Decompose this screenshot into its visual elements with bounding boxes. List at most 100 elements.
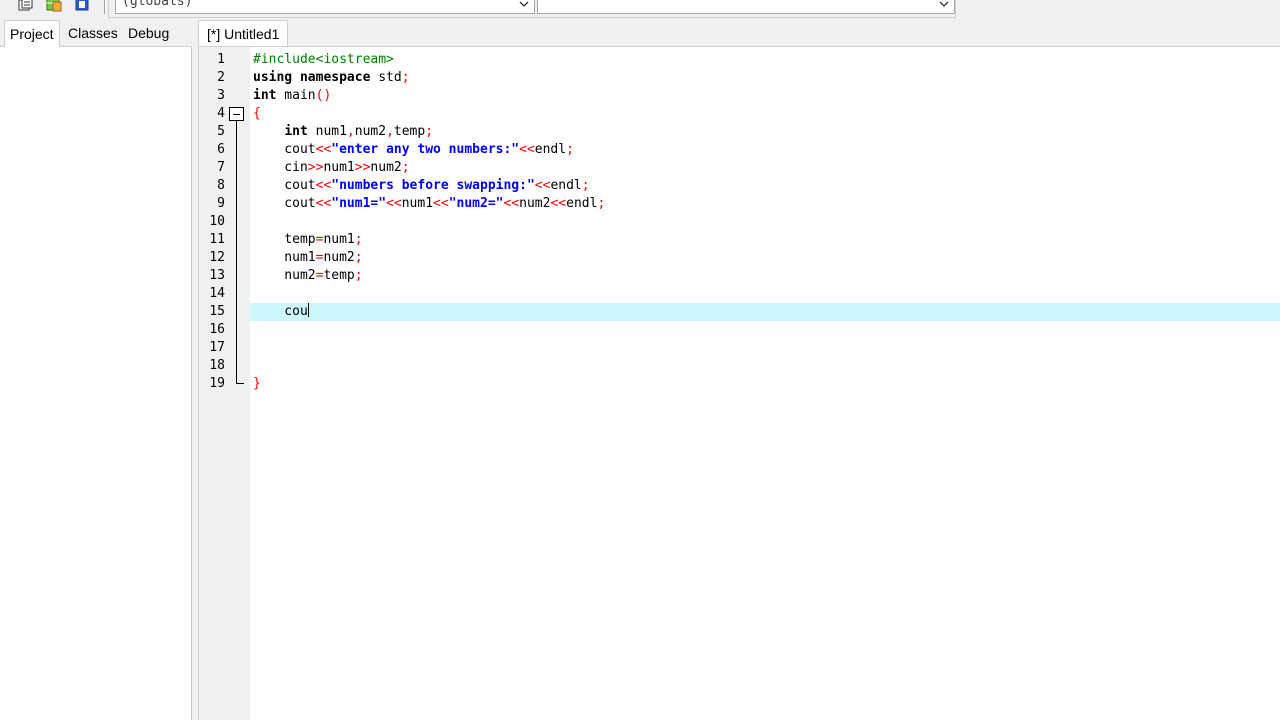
line-number-gutter: 1 2 3 4 5 6 7 8 9 10 11 12 13 14 15 16 17 18 19 xyxy=(198,47,250,720)
code-token: () xyxy=(315,88,332,103)
code-line[interactable]: #include<iostream> xyxy=(253,51,394,69)
chevron-down-icon[interactable] xyxy=(938,0,950,10)
code-token: >> xyxy=(354,160,371,175)
fold-guide xyxy=(236,120,237,384)
line-number: 8 xyxy=(217,178,225,193)
code-token: #include<iostream> xyxy=(253,52,394,67)
line-number: 3 xyxy=(217,88,225,103)
tab-classes-label: Classes xyxy=(68,25,118,41)
code-token: << xyxy=(503,196,520,211)
code-line[interactable]: num1=num2; xyxy=(253,249,363,267)
add-file-icon[interactable] xyxy=(44,0,64,12)
project-browser-pane[interactable] xyxy=(0,46,192,720)
line-number: 4 xyxy=(217,106,225,121)
code-line[interactable]: temp=num1; xyxy=(253,231,362,249)
fold-guide-end xyxy=(236,383,244,384)
code-token: endl xyxy=(566,196,598,211)
code-token: , xyxy=(386,124,394,139)
line-number: 12 xyxy=(209,250,225,265)
code-token: { xyxy=(253,106,261,121)
code-token: using namespace xyxy=(253,70,371,85)
code-token: } xyxy=(253,376,261,391)
code-token: "num2=" xyxy=(448,196,504,211)
line-number: 16 xyxy=(209,322,225,337)
editor-tab-label: [*] Untitled1 xyxy=(207,25,280,42)
scope-combo[interactable]: (globals) xyxy=(115,0,535,14)
line-number: 10 xyxy=(209,214,225,229)
code-token: int xyxy=(284,124,308,139)
code-token: ; xyxy=(566,142,574,157)
code-token: << xyxy=(550,196,567,211)
class-browser-toolbar: (globals) xyxy=(108,0,956,18)
code-token: << xyxy=(433,196,449,211)
collapse-icon[interactable] xyxy=(229,107,244,121)
code-line[interactable]: num2=temp; xyxy=(253,267,363,285)
line-number: 15 xyxy=(209,304,225,319)
copy-icon[interactable] xyxy=(15,0,35,12)
scope-combo-value: (globals) xyxy=(122,0,193,9)
toolbar: (globals) xyxy=(0,0,1280,18)
code-line[interactable]: cout<<"enter any two numbers:"<<endl; xyxy=(253,141,574,159)
code-token: num2 xyxy=(370,160,402,175)
line-number: 5 xyxy=(217,124,225,139)
line-number: 14 xyxy=(209,286,225,301)
code-token: cout xyxy=(253,178,316,193)
code-token: cout xyxy=(253,196,316,211)
code-token: num2 xyxy=(253,268,316,283)
code-line[interactable]: int num1,num2,temp; xyxy=(253,123,433,141)
code-token: num1 xyxy=(307,124,347,139)
code-token: num2 xyxy=(354,124,387,139)
code-line[interactable]: cout<<"num1="<<num1<<"num2="<<num2<<endl… xyxy=(253,195,605,213)
line-number: 6 xyxy=(217,142,225,157)
code-line[interactable]: cout<<"numbers before swapping:"<<endl; xyxy=(253,177,590,195)
code-token: ; xyxy=(581,178,590,193)
code-token: temp xyxy=(393,124,426,139)
code-token: ; xyxy=(354,268,363,283)
code-token: ; xyxy=(354,250,363,265)
code-line[interactable]: cin>>num1>>num2; xyxy=(253,159,410,177)
code-token: temp xyxy=(323,268,355,283)
symbol-combo[interactable] xyxy=(537,0,955,14)
code-token: << xyxy=(519,142,535,157)
line-number: 19 xyxy=(209,376,225,391)
toolbar-separator xyxy=(104,0,106,14)
line-number: 18 xyxy=(209,358,225,373)
code-line[interactable]: int main() xyxy=(253,87,331,105)
chevron-down-icon[interactable] xyxy=(518,0,530,10)
code-token: num1 xyxy=(323,160,355,175)
code-line[interactable]: { xyxy=(253,105,261,123)
line-number: 1 xyxy=(217,52,225,67)
line-number: 11 xyxy=(209,232,225,247)
code-token: << xyxy=(386,196,402,211)
code-line[interactable]: using namespace std; xyxy=(253,69,410,87)
code-line[interactable]: } xyxy=(253,375,261,393)
tab-classes[interactable]: Classes xyxy=(63,20,123,46)
tab-project[interactable]: Project xyxy=(4,20,60,47)
code-line[interactable]: cou xyxy=(253,303,309,321)
code-token: >> xyxy=(307,160,324,175)
code-token: << xyxy=(315,178,332,193)
text-caret xyxy=(307,303,309,317)
code-token: , xyxy=(346,124,355,139)
code-token: endl xyxy=(550,178,582,193)
code-token: num1 xyxy=(323,232,355,247)
code-area[interactable]: #include<iostream> using namespace std; in… xyxy=(250,47,1280,720)
code-token: "num1=" xyxy=(331,196,387,211)
code-token: cout xyxy=(253,142,316,157)
paste-icon[interactable] xyxy=(72,0,92,12)
tab-untitled1[interactable]: [*] Untitled1 xyxy=(198,20,289,46)
code-token: num2 xyxy=(323,250,355,265)
code-token: ; xyxy=(401,160,410,175)
line-number: 2 xyxy=(217,70,225,85)
left-panel-tabs: Project Classes Debug xyxy=(0,20,190,47)
line-number: 9 xyxy=(217,196,225,211)
code-token: std xyxy=(370,70,402,85)
editor-tabs: [*] Untitled1 xyxy=(198,20,1280,46)
code-token: temp xyxy=(253,232,316,247)
tab-debug[interactable]: Debug xyxy=(123,20,174,46)
code-token: << xyxy=(315,142,332,157)
line-number: 17 xyxy=(209,340,225,355)
code-token: int xyxy=(253,88,277,103)
code-editor[interactable]: 1 2 3 4 5 6 7 8 9 10 11 12 13 14 15 16 17 18 19 #include<i… xyxy=(198,46,1280,720)
